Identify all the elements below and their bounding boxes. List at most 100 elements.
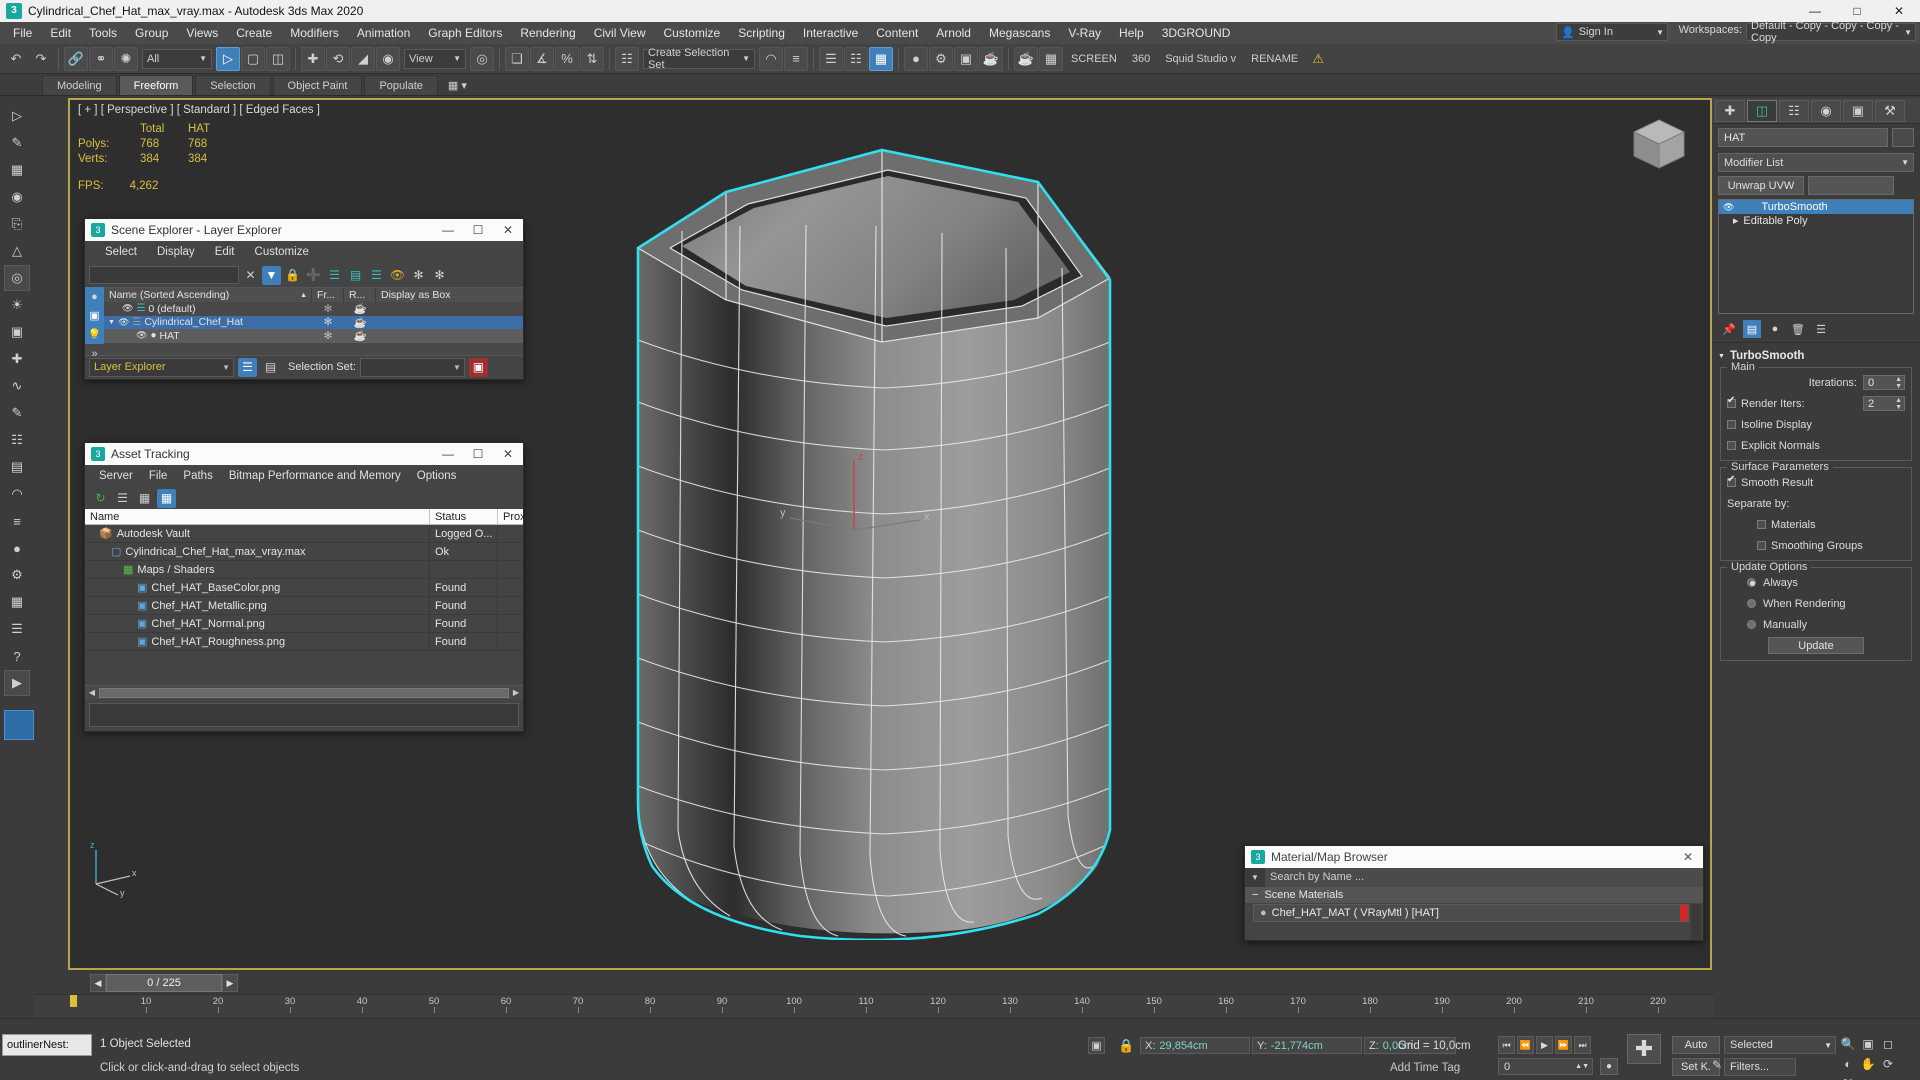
selection-lock-icon[interactable]: 🔒 <box>1118 1038 1134 1054</box>
close-icon[interactable]: ✕ <box>493 443 523 465</box>
lock-icon[interactable]: 🔒 <box>283 266 302 285</box>
next-frame-icon[interactable]: ⏩ <box>1555 1036 1572 1054</box>
display-tab[interactable]: ▣ <box>1843 99 1873 122</box>
maximize-button[interactable]: □ <box>1836 0 1878 22</box>
light-mode-icon[interactable]: 💡 <box>85 325 104 344</box>
go-to-start-icon[interactable]: ⏮ <box>1498 1036 1515 1054</box>
layer-properties-icon[interactable]: ▤ <box>346 266 365 285</box>
menu-file[interactable]: File <box>141 465 176 487</box>
tab-object-paint[interactable]: Object Paint <box>272 75 363 95</box>
menu-display[interactable]: Display <box>147 241 205 263</box>
pin-stack-icon[interactable]: 📌 <box>1720 320 1738 338</box>
selection-filter-combo[interactable]: All ▼ <box>142 48 212 69</box>
asset-tracking-dialog[interactable]: 3 Asset Tracking — ☐ ✕ Server File Paths… <box>84 442 526 732</box>
table-row[interactable]: ▢ Cylindrical_Chef_Hat_max_vray.max Ok <box>85 542 523 561</box>
freeze-cell[interactable]: ✻ <box>312 316 344 328</box>
thumbnail-view-icon[interactable]: ▦ <box>135 489 154 508</box>
list-view-icon[interactable]: ☰ <box>113 489 132 508</box>
menu-item-modifiers[interactable]: Modifiers <box>281 22 348 44</box>
viewport-label[interactable]: [ + ] [ Perspective ] [ Standard ] [ Edg… <box>78 104 320 116</box>
eye-icon[interactable]: 👁 <box>136 330 147 341</box>
helper-icon[interactable]: ✚ <box>4 346 30 372</box>
select-link-icon[interactable]: 🔗 <box>64 46 88 71</box>
when-rendering-radio[interactable] <box>1747 599 1756 608</box>
utilities-tab[interactable]: ⚒ <box>1875 99 1905 122</box>
track-bar[interactable]: 10 20 30 40 50 60 70 80 90 100 110 120 130 140 150 160 1… <box>34 994 1714 1018</box>
modifier-stack[interactable]: 👁 TurboSmooth ▶ Editable Poly <box>1718 199 1914 314</box>
minimize-button[interactable]: — <box>1794 0 1836 22</box>
play-icon[interactable]: ▶ <box>1536 1036 1553 1054</box>
time-marker[interactable] <box>70 995 77 1007</box>
torus-icon[interactable]: ◎ <box>4 265 30 291</box>
render-frame-window-icon[interactable]: ▣ <box>954 46 978 71</box>
render-cell[interactable]: ☕ <box>344 316 376 329</box>
select-layer-icon[interactable]: ☰ <box>325 266 344 285</box>
render-production-icon[interactable]: ☕ <box>979 46 1003 71</box>
menu-item-edit[interactable]: Edit <box>41 22 80 44</box>
mirror-icon[interactable]: ◠ <box>759 46 783 71</box>
maximize-icon[interactable]: ☐ <box>463 443 493 465</box>
eye-icon[interactable]: 👁 <box>1723 202 1734 213</box>
menu-item-file[interactable]: File <box>4 22 41 44</box>
cone-icon[interactable]: △ <box>4 238 30 264</box>
go-to-end-icon[interactable]: ⏭ <box>1574 1036 1591 1054</box>
render-cell[interactable]: ☕ <box>344 329 376 342</box>
render-iters-checkbox[interactable] <box>1727 395 1736 408</box>
menu-item-graph-editors[interactable]: Graph Editors <box>419 22 511 44</box>
scene-explorer-search-input[interactable] <box>89 266 239 284</box>
help-icon[interactable]: ? <box>4 643 30 669</box>
maximize-icon[interactable]: ☐ <box>463 219 493 241</box>
named-selection-sets-icon[interactable]: ☷ <box>615 46 639 71</box>
placement-icon[interactable]: ◉ <box>376 46 400 71</box>
menu-item-create[interactable]: Create <box>227 22 281 44</box>
y-coordinate-field[interactable]: Y: -21,774cm <box>1252 1037 1362 1054</box>
previous-frame-icon[interactable]: ⏪ <box>1517 1036 1534 1054</box>
teapot-icon[interactable]: ☕ <box>1014 46 1038 71</box>
scene-materials-group-header[interactable]: − Scene Materials <box>1245 887 1703 903</box>
close-icon[interactable]: ✕ <box>1673 850 1703 864</box>
menu-bitmap-performance[interactable]: Bitmap Performance and Memory <box>221 465 409 487</box>
manually-radio[interactable] <box>1747 620 1756 629</box>
asset-tracking-titlebar[interactable]: 3 Asset Tracking — ☐ ✕ <box>85 443 523 465</box>
column-status[interactable]: Status <box>430 508 498 525</box>
zoom-extents-icon[interactable]: ◻ <box>1878 1034 1898 1054</box>
clear-search-icon[interactable]: ✕ <box>241 266 260 285</box>
menu-item-group[interactable]: Group <box>126 22 177 44</box>
menu-options[interactable]: Options <box>409 465 465 487</box>
column-name[interactable]: Name <box>85 508 430 525</box>
menu-item-vray[interactable]: V-Ray <box>1059 22 1110 44</box>
box-icon[interactable]: ▦ <box>4 157 30 183</box>
current-frame-field[interactable]: 0 / 225 <box>106 974 222 992</box>
add-layer-icon[interactable]: ➕ <box>304 266 323 285</box>
layer-icon[interactable]: ☰ <box>4 616 30 642</box>
expand-arrow-icon[interactable]: ▶ <box>1733 217 1738 225</box>
table-row[interactable]: ▣ Chef_HAT_Normal.png Found <box>85 614 523 633</box>
select-scale-icon[interactable]: ◢ <box>351 46 375 71</box>
object-color-swatch[interactable] <box>1892 128 1914 147</box>
light-icon[interactable]: ☀ <box>4 292 30 318</box>
spline-icon[interactable]: ∿ <box>4 373 30 399</box>
sign-in-button[interactable]: 👤 Sign In ▼ <box>1556 23 1668 41</box>
horizontal-scrollbar[interactable]: ◀ ▶ <box>85 685 523 699</box>
refresh-icon[interactable]: ↻ <box>91 489 110 508</box>
spinner-arrows-icon[interactable]: ▲▼ <box>1575 1063 1589 1070</box>
menu-item-megascans[interactable]: Megascans <box>980 22 1059 44</box>
motion-tab[interactable]: ◉ <box>1811 99 1841 122</box>
configure-sets-icon[interactable]: ☰ <box>1812 320 1830 338</box>
scene-explorer-dialog[interactable]: 3 Scene Explorer - Layer Explorer — ☐ ✕ … <box>84 218 524 380</box>
eye-icon[interactable]: 👁 <box>118 317 129 328</box>
menu-server[interactable]: Server <box>91 465 141 487</box>
uv-icon[interactable]: ▦ <box>4 589 30 615</box>
material-search-row[interactable]: ▼ Search by Name ... <box>1245 868 1703 887</box>
select-rotate-icon[interactable]: ⟲ <box>326 46 350 71</box>
tab-modeling[interactable]: Modeling <box>42 75 117 95</box>
warning-icon[interactable]: ⚠ <box>1306 47 1330 71</box>
table-row[interactable]: ▼ 👁 ☰ Cylindrical_Chef_Hat ✻ ☕ <box>104 315 523 329</box>
zoom-all-icon[interactable]: ▣ <box>1858 1034 1878 1054</box>
table-row[interactable]: ▣ Chef_HAT_Roughness.png Found <box>85 632 523 651</box>
column-name[interactable]: Name (Sorted Ascending) ▲ <box>104 287 312 303</box>
table-row[interactable]: 👁 ☰ 0 (default) ✻ ☕ <box>104 302 523 316</box>
scene-explorer-titlebar[interactable]: 3 Scene Explorer - Layer Explorer — ☐ ✕ <box>85 219 523 241</box>
menu-item-content[interactable]: Content <box>867 22 927 44</box>
material-browser-titlebar[interactable]: 3 Material/Map Browser ✕ <box>1245 846 1703 868</box>
